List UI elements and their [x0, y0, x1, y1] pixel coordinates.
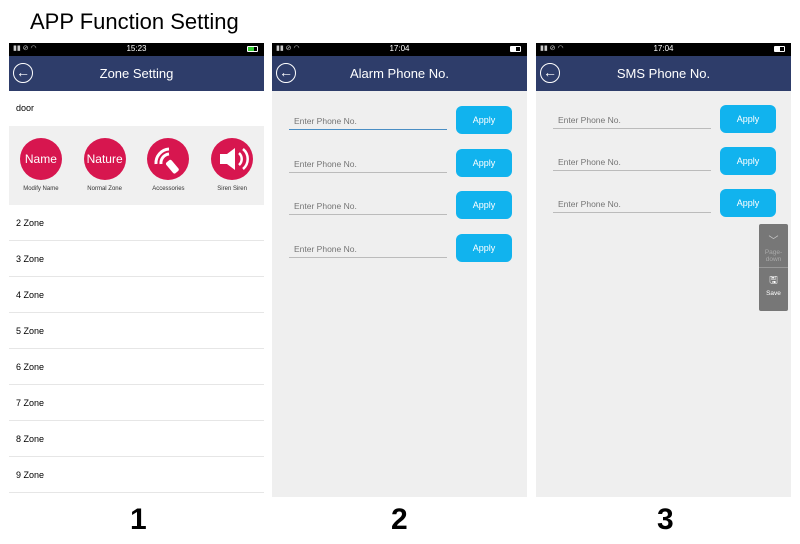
phone-input[interactable]	[289, 197, 447, 215]
clock: 17:04	[389, 44, 410, 53]
screen-title: SMS Phone No.	[616, 66, 711, 81]
save-label: Save	[766, 290, 781, 297]
phone-row: Apply	[289, 234, 512, 262]
modify-name-button[interactable]: Name Modify Name	[16, 138, 66, 205]
phone-row: Apply	[289, 106, 512, 134]
screen-title: Zone Setting	[99, 66, 174, 81]
apply-button[interactable]: Apply	[720, 147, 776, 175]
apply-button[interactable]: Apply	[456, 234, 512, 262]
label: Modify Name	[23, 186, 59, 192]
phone-row: Apply	[289, 149, 512, 177]
phone-input[interactable]	[289, 155, 447, 173]
zone-item[interactable]: 6 Zone	[9, 349, 264, 385]
label: Normal Zone	[87, 186, 122, 192]
chevron-down-icon: ﹀	[768, 236, 779, 247]
page-down-label: Page-down	[764, 249, 783, 263]
battery-icon	[774, 46, 785, 52]
zone-name-field[interactable]: door	[9, 91, 264, 126]
sms-phone-screen: ▮▮ ⊘ ◠17:04 ← SMS Phone No. Apply Apply A…	[536, 43, 791, 497]
accessories-button[interactable]: Accessories	[143, 138, 193, 205]
back-arrow-icon[interactable]: ←	[13, 63, 33, 83]
apply-button[interactable]: Apply	[456, 191, 512, 219]
step-number: 2	[391, 503, 408, 536]
nature-icon: Nature	[83, 138, 126, 180]
phone-row: Apply	[553, 105, 776, 133]
phone-input[interactable]	[553, 111, 711, 129]
clock: 15:23	[126, 44, 147, 53]
floating-toolbar: ﹀ Page-down 🖫 Save	[759, 224, 788, 311]
label: Accessories	[152, 186, 185, 192]
name-icon: Name	[19, 138, 62, 180]
header: ← Alarm Phone No.	[272, 56, 527, 91]
zone-item[interactable]: 4 Zone	[9, 277, 264, 313]
apply-button[interactable]: Apply	[720, 105, 776, 133]
phone-input[interactable]	[289, 112, 447, 130]
battery-icon	[247, 46, 258, 52]
zone-setting-screen: ▮▮ ⊘ ◠ 15:23 ← Zone Setting door Name Modif…	[9, 43, 264, 494]
status-bar: ▮▮ ⊘ ◠ 17:04	[272, 43, 527, 56]
apply-button[interactable]: Apply	[456, 106, 512, 134]
status-bar: ▮▮ ⊘ ◠ 15:23	[9, 43, 264, 56]
zone-item[interactable]: 8 Zone	[9, 421, 264, 457]
page-title: APP Function Setting	[30, 9, 239, 34]
header: ← SMS Phone No.	[536, 56, 791, 91]
zone-item[interactable]: 5 Zone	[9, 313, 264, 349]
page-down-button[interactable]: ﹀ Page-down	[759, 224, 788, 268]
alarm-phone-screen: ▮▮ ⊘ ◠17:04 ← Alarm Phone No. Apply Apply…	[272, 43, 527, 497]
siren-button[interactable]: Siren Siren	[207, 138, 257, 205]
screen-title: Alarm Phone No.	[350, 66, 449, 81]
save-button[interactable]: 🖫 Save	[759, 268, 788, 297]
zone-item[interactable]: 2 Zone	[9, 205, 264, 241]
phone-input[interactable]	[553, 153, 711, 171]
phone-input[interactable]	[289, 240, 447, 258]
back-arrow-icon[interactable]: ←	[276, 63, 296, 83]
label: Siren Siren	[217, 186, 247, 192]
save-icon: 🖫	[769, 275, 778, 286]
apply-button[interactable]: Apply	[720, 189, 776, 217]
apply-button[interactable]: Apply	[456, 149, 512, 177]
speaker-icon	[211, 138, 254, 180]
back-arrow-icon[interactable]: ←	[540, 63, 560, 83]
step-number: 1	[130, 503, 147, 536]
clock: 17:04	[653, 44, 674, 53]
phone-input[interactable]	[553, 195, 711, 213]
zone-item[interactable]: 9 Zone	[9, 457, 264, 493]
phone-row: Apply	[553, 147, 776, 175]
status-bar: ▮▮ ⊘ ◠ 17:04	[536, 43, 791, 56]
header: ← Zone Setting	[9, 56, 264, 91]
zone-item[interactable]: 7 Zone	[9, 385, 264, 421]
zone-actions: Name Modify Name Nature Normal Zone Access…	[9, 126, 264, 205]
phone-row: Apply	[553, 189, 776, 217]
remote-signal-icon	[147, 138, 190, 180]
phone-row: Apply	[289, 191, 512, 219]
step-number: 3	[657, 503, 674, 536]
battery-icon	[510, 46, 521, 52]
zone-item[interactable]: 3 Zone	[9, 241, 264, 277]
normal-zone-button[interactable]: Nature Normal Zone	[80, 138, 130, 205]
